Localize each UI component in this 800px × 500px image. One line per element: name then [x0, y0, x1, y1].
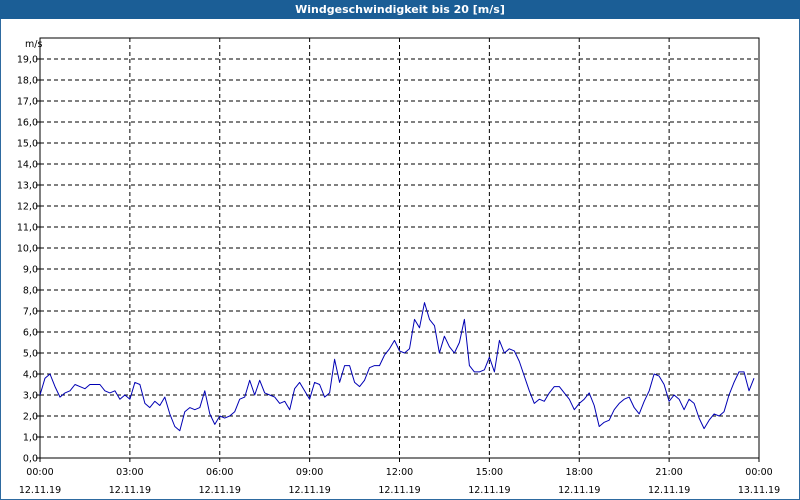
y-tick-label: 18,0 — [17, 76, 38, 87]
y-tick-label: 10,0 — [17, 244, 38, 255]
x-tick-date-label: 12.11.19 — [378, 485, 420, 496]
x-tick-date-label: 12.11.19 — [199, 485, 241, 496]
grid — [40, 38, 759, 458]
x-tick-time-label: 09:00 — [296, 467, 323, 478]
y-tick-label: 1,0 — [23, 433, 38, 444]
x-tick-time-label: 06:00 — [206, 467, 233, 478]
y-axis: 0,0 1,0 2,0 3,0 4,0 5,0 6,0 7,0 8,0 9,0 10,0 11,0 12… — [17, 55, 40, 465]
y-tick-label: 7,0 — [23, 307, 38, 318]
x-tick-date-label: 12.11.19 — [288, 485, 330, 496]
y-tick-label: 2,0 — [23, 412, 38, 423]
series-line-wind-speed — [39, 302, 755, 432]
y-axis-unit-label: m/s — [25, 39, 42, 50]
y-tick-label: 17,0 — [17, 97, 38, 108]
x-tick-time-label: 00:00 — [26, 467, 53, 478]
x-tick-date-label: 12.11.19 — [468, 485, 510, 496]
y-tick-label: 19,0 — [17, 55, 38, 66]
x-axis: 00:00 12.11.19 03:00 12.11.19 06:00 12.11.19 0… — [19, 458, 780, 496]
series-layer — [39, 302, 755, 432]
x-tick-date-label: 13.11.19 — [738, 485, 780, 496]
x-tick-time-label: 18:00 — [566, 467, 593, 478]
x-tick-date-label: 12.11.19 — [109, 485, 151, 496]
y-tick-label: 9,0 — [23, 265, 38, 276]
x-tick-time-label: 21:00 — [655, 467, 682, 478]
x-tick-date-label: 12.11.19 — [558, 485, 600, 496]
y-tick-label: 4,0 — [23, 370, 38, 381]
y-tick-label: 5,0 — [23, 349, 38, 360]
x-tick-date-label: 12.11.19 — [648, 485, 690, 496]
y-tick-label: 11,0 — [17, 223, 38, 234]
x-tick-time-label: 12:00 — [386, 467, 413, 478]
x-tick-time-label: 15:00 — [476, 467, 503, 478]
x-tick-date-label: 12.11.19 — [19, 485, 61, 496]
y-tick-label: 8,0 — [23, 286, 38, 297]
y-tick-label: 3,0 — [23, 391, 38, 402]
x-tick-time-label: 00:00 — [745, 467, 772, 478]
y-tick-label: 16,0 — [17, 118, 38, 129]
y-tick-label: 15,0 — [17, 139, 38, 150]
y-tick-label: 0,0 — [23, 454, 38, 465]
x-tick-time-label: 03:00 — [116, 467, 143, 478]
y-tick-label: 12,0 — [17, 202, 38, 213]
y-tick-label: 13,0 — [17, 181, 38, 192]
y-tick-label: 6,0 — [23, 328, 38, 339]
chart-svg: 0,0 1,0 2,0 3,0 4,0 5,0 6,0 7,0 8,0 9,0 10,0 11,0 12… — [17, 37, 780, 496]
y-tick-label: 14,0 — [17, 160, 38, 171]
